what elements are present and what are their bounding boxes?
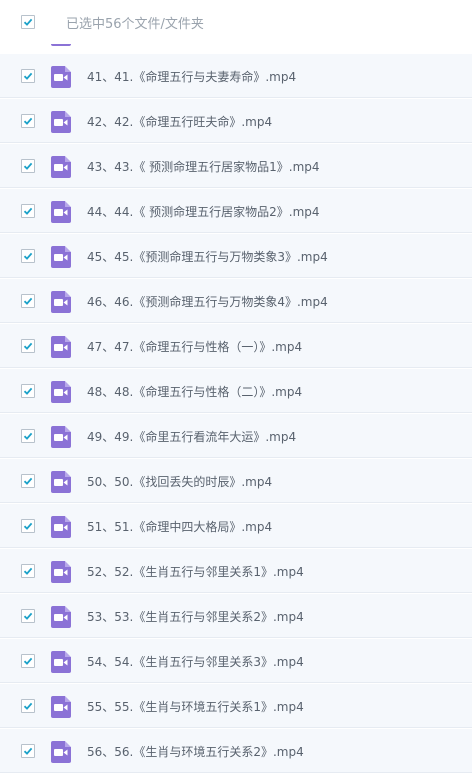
file-name[interactable]: 49、49.《命里五行看流年大运》.mp4 (87, 428, 296, 445)
file-row[interactable]: 53、53.《生肖五行与邻里关系2》.mp4 (0, 594, 472, 638)
checkbox-checked-icon[interactable] (21, 69, 35, 83)
checkbox-checked-icon[interactable] (21, 564, 35, 578)
file-row[interactable]: 51、51.《命理中四大格局》.mp4 (0, 504, 472, 548)
file-row[interactable]: 55、55.《生肖与环境五行关系1》.mp4 (0, 684, 472, 728)
checkbox-checked-icon[interactable] (21, 519, 35, 533)
file-row[interactable]: 42、42.《命理五行旺夫命》.mp4 (0, 99, 472, 143)
video-file-icon (51, 246, 71, 268)
selection-count-label: 已选中56个文件/文件夹 (66, 17, 204, 32)
file-row[interactable]: 47、47.《命理五行与性格（一）》.mp4 (0, 324, 472, 368)
file-name[interactable]: 55、55.《生肖与环境五行关系1》.mp4 (87, 698, 304, 715)
checkbox-checked-icon[interactable] (21, 294, 35, 308)
video-file-icon (51, 381, 71, 403)
file-name[interactable]: 51、51.《命理中四大格局》.mp4 (87, 518, 272, 535)
file-row[interactable]: 44、44.《 预测命理五行居家物品2》.mp4 (0, 189, 472, 233)
file-row[interactable]: 50、50.《找回丢失的时辰》.mp4 (0, 459, 472, 503)
selection-header: 已选中56个文件/文件夹 (0, 0, 472, 44)
video-file-icon (51, 471, 71, 493)
video-file-icon (51, 696, 71, 718)
checkbox-checked-icon[interactable] (21, 609, 35, 623)
video-file-icon (51, 111, 71, 133)
select-all-checkbox[interactable] (21, 15, 35, 29)
checkbox-checked-icon[interactable] (21, 744, 35, 758)
checkbox-checked-icon[interactable] (21, 159, 35, 173)
checkbox-checked-icon[interactable] (21, 384, 35, 398)
file-name[interactable]: 41、41.《命理五行与夫妻寿命》.mp4 (87, 68, 296, 85)
checkbox-checked-icon[interactable] (21, 699, 35, 713)
video-file-icon (51, 741, 71, 763)
file-name[interactable]: 45、45.《预测命理五行与万物类象3》.mp4 (87, 248, 328, 265)
file-name[interactable]: 53、53.《生肖五行与邻里关系2》.mp4 (87, 608, 304, 625)
file-row[interactable]: 41、41.《命理五行与夫妻寿命》.mp4 (0, 54, 472, 98)
video-file-icon (51, 561, 71, 583)
video-file-icon (51, 606, 71, 628)
checkbox-checked-icon[interactable] (21, 474, 35, 488)
file-name[interactable]: 46、46.《预测命理五行与万物类象4》.mp4 (87, 293, 328, 310)
file-name[interactable]: 54、54.《生肖五行与邻里关系3》.mp4 (87, 653, 304, 670)
video-file-icon (51, 201, 71, 223)
video-file-icon (51, 291, 71, 313)
video-file-icon (51, 426, 71, 448)
file-row[interactable]: 43、43.《 预测命理五行居家物品1》.mp4 (0, 144, 472, 188)
file-name[interactable]: 47、47.《命理五行与性格（一）》.mp4 (87, 338, 302, 355)
video-file-icon (51, 516, 71, 538)
file-name[interactable]: 43、43.《 预测命理五行居家物品1》.mp4 (87, 158, 320, 175)
file-list: 41、41.《命理五行与夫妻寿命》.mp4 42、42.《命理五行旺夫命》.mp4… (0, 0, 472, 776)
video-file-icon (51, 651, 71, 673)
file-name[interactable]: 48、48.《命理五行与性格（二）》.mp4 (87, 383, 302, 400)
file-name[interactable]: 52、52.《生肖五行与邻里关系1》.mp4 (87, 563, 304, 580)
file-row[interactable]: 46、46.《预测命理五行与万物类象4》.mp4 (0, 279, 472, 323)
file-row[interactable]: 54、54.《生肖五行与邻里关系3》.mp4 (0, 639, 472, 683)
file-row[interactable]: 52、52.《生肖五行与邻里关系1》.mp4 (0, 549, 472, 593)
video-file-icon (51, 66, 71, 88)
video-file-icon (51, 336, 71, 358)
video-file-icon (51, 156, 71, 178)
file-name[interactable]: 56、56.《生肖与环境五行关系2》.mp4 (87, 743, 304, 760)
checkbox-checked-icon[interactable] (21, 429, 35, 443)
file-row[interactable]: 49、49.《命里五行看流年大运》.mp4 (0, 414, 472, 458)
file-row[interactable]: 48、48.《命理五行与性格（二）》.mp4 (0, 369, 472, 413)
file-row[interactable]: 56、56.《生肖与环境五行关系2》.mp4 (0, 729, 472, 773)
file-name[interactable]: 44、44.《 预测命理五行居家物品2》.mp4 (87, 203, 320, 220)
checkbox-checked-icon[interactable] (21, 339, 35, 353)
file-row[interactable]: 45、45.《预测命理五行与万物类象3》.mp4 (0, 234, 472, 278)
checkbox-checked-icon[interactable] (21, 249, 35, 263)
checkbox-checked-icon[interactable] (21, 654, 35, 668)
checkbox-checked-icon[interactable] (21, 114, 35, 128)
file-name[interactable]: 42、42.《命理五行旺夫命》.mp4 (87, 113, 272, 130)
file-name[interactable]: 50、50.《找回丢失的时辰》.mp4 (87, 473, 272, 490)
checkbox-checked-icon[interactable] (21, 204, 35, 218)
